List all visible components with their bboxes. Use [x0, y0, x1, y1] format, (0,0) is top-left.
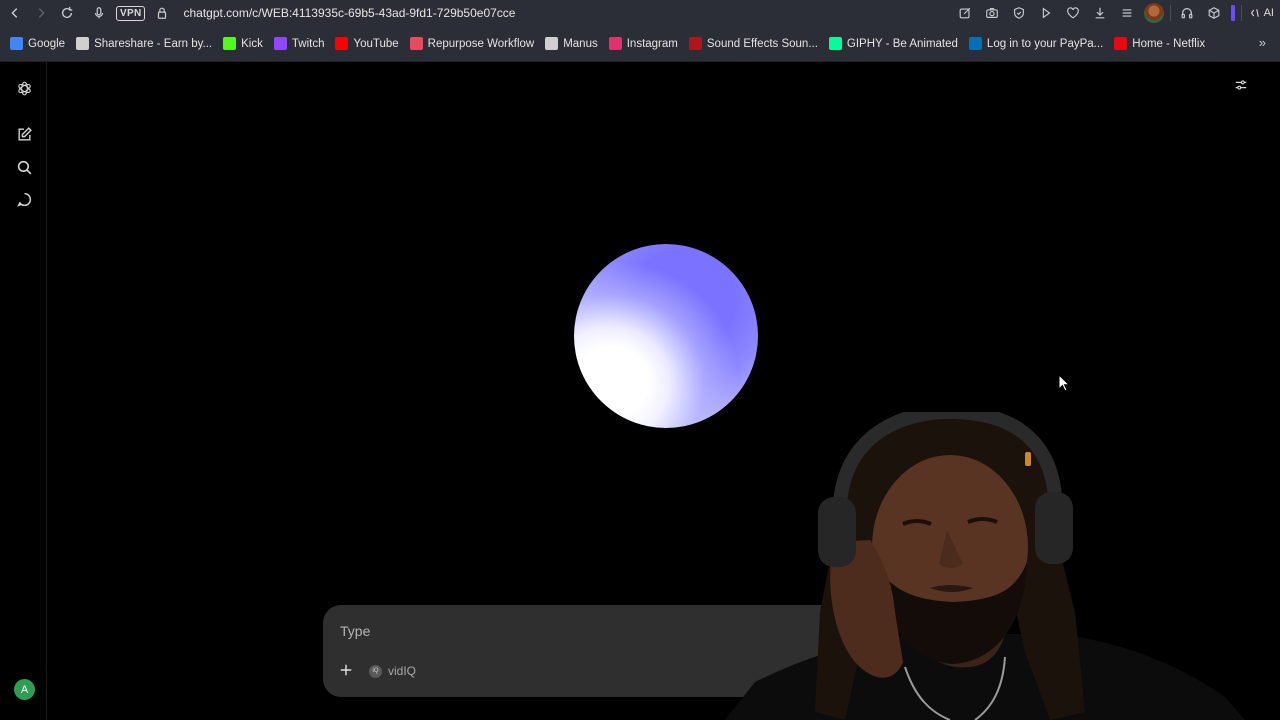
bookmarks-overflow-icon[interactable]: »: [1259, 35, 1266, 50]
twitch-icon: [273, 37, 287, 50]
vidiq-tool-button[interactable]: iQ vidIQ: [369, 664, 416, 678]
extension-indicator: [1230, 5, 1235, 21]
sound-effects-icon: [688, 37, 702, 50]
sidebar-rail: A: [0, 62, 47, 720]
webcam-overlay: [725, 412, 1245, 720]
bookmark-label: Kick: [241, 37, 263, 50]
bookmark-label: Instagram: [626, 37, 678, 50]
giphy-icon: [828, 37, 842, 50]
bookmark-label: Twitch: [291, 37, 325, 50]
cube-icon[interactable]: [1203, 2, 1225, 24]
bookmark-google[interactable]: Google: [10, 37, 65, 50]
reload-icon[interactable]: [56, 2, 78, 24]
bookmark-page[interactable]: Shareshare - Earn by...: [76, 37, 212, 50]
back-icon[interactable]: [4, 2, 26, 24]
heart-icon[interactable]: [1062, 2, 1084, 24]
bookmark-sound-effects[interactable]: Sound Effects Soun...: [688, 37, 818, 50]
headphones-icon[interactable]: [1176, 2, 1198, 24]
browser-toolbar: VPN chatgpt.com/c/WEB:4113935c-69b5-43ad…: [0, 0, 1280, 26]
bookmark-label: YouTube: [353, 37, 399, 50]
bookmark-label: GIPHY - Be Animated: [846, 37, 958, 50]
instagram-icon: [608, 37, 622, 50]
profile-avatar-icon[interactable]: [1143, 3, 1164, 23]
plus-icon[interactable]: [337, 661, 355, 679]
voice-mode-orb[interactable]: [574, 244, 758, 428]
user-avatar[interactable]: A: [14, 679, 35, 700]
play-icon[interactable]: [1035, 2, 1057, 24]
vpn-badge[interactable]: VPN: [116, 5, 146, 21]
forward-icon[interactable]: [30, 2, 52, 24]
address-bar[interactable]: VPN chatgpt.com/c/WEB:4113935c-69b5-43ad…: [84, 2, 515, 24]
page-icon: [76, 37, 90, 50]
bookmark-label: Log in to your PayPa...: [986, 37, 1104, 50]
ai-sparkle-icon: [1250, 9, 1259, 17]
sliders-settings-icon[interactable]: [1234, 78, 1254, 98]
lock-icon[interactable]: [151, 2, 173, 24]
shield-icon[interactable]: [1008, 2, 1030, 24]
vidiq-label: vidIQ: [388, 664, 417, 678]
new-chat-icon[interactable]: [12, 122, 36, 146]
youtube-icon: [335, 37, 349, 50]
vidiq-icon: iQ: [369, 664, 382, 678]
chat-bubble-icon[interactable]: [12, 187, 36, 211]
bookmark-label: Sound Effects Soun...: [706, 37, 818, 50]
bookmark-label: Manus: [563, 37, 598, 50]
toolbar-divider: [1169, 5, 1171, 21]
bookmark-twitch[interactable]: Twitch: [273, 37, 325, 50]
edit-icon[interactable]: [954, 2, 976, 24]
bookmark-repurpose[interactable]: Repurpose Workflow: [409, 37, 535, 50]
ai-button[interactable]: AI: [1250, 7, 1274, 19]
bookmark-giphy[interactable]: GIPHY - Be Animated: [828, 37, 958, 50]
google-icon: [10, 37, 23, 50]
kick-icon: [223, 37, 237, 50]
bookmark-manus[interactable]: Manus: [545, 37, 598, 50]
openai-logo-icon[interactable]: [12, 76, 36, 100]
menu-icon[interactable]: [1116, 2, 1138, 24]
bookmark-netflix[interactable]: Home - Netflix: [1114, 37, 1205, 50]
bookmark-instagram[interactable]: Instagram: [608, 37, 678, 50]
bookmarks-bar: Google Shareshare - Earn by... Kick Twitch Y…: [0, 26, 1280, 62]
search-icon[interactable]: [12, 155, 36, 179]
download-icon[interactable]: [1089, 2, 1111, 24]
bookmark-label: Google: [28, 37, 66, 50]
repurpose-icon: [409, 37, 423, 50]
toolbar-divider: [1240, 5, 1242, 21]
mouse-cursor-icon: [1058, 374, 1070, 392]
bookmark-paypal[interactable]: Log in to your PayPa...: [968, 37, 1104, 50]
ai-button-label: AI: [1263, 7, 1274, 19]
message-input-placeholder[interactable]: Type: [340, 623, 370, 639]
microphone-icon[interactable]: [88, 2, 110, 24]
bookmark-label: Repurpose Workflow: [427, 37, 535, 50]
bookmark-label: Shareshare - Earn by...: [94, 37, 213, 50]
bookmark-kick[interactable]: Kick: [223, 37, 263, 50]
url-text[interactable]: chatgpt.com/c/WEB:4113935c-69b5-43ad-9fd…: [183, 6, 515, 20]
netflix-icon: [1114, 37, 1128, 50]
manus-icon: [545, 37, 559, 50]
bookmark-label: Home - Netflix: [1132, 37, 1206, 50]
camera-icon[interactable]: [981, 2, 1003, 24]
paypal-icon: [968, 37, 982, 50]
bookmark-youtube[interactable]: YouTube: [335, 37, 399, 50]
